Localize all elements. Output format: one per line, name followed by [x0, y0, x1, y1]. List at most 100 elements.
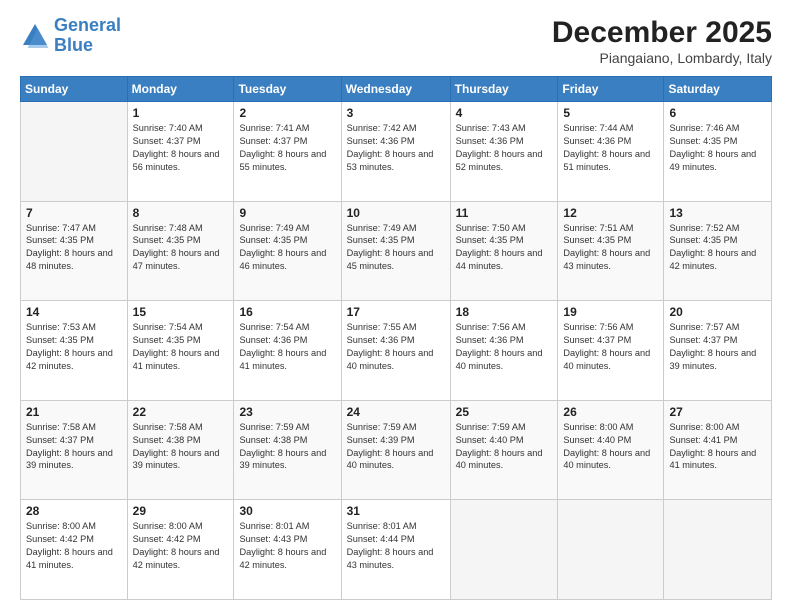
- day-info: Sunrise: 7:48 AMSunset: 4:35 PMDaylight:…: [133, 222, 229, 274]
- day-number: 9: [239, 206, 335, 220]
- day-info: Sunrise: 7:49 AMSunset: 4:35 PMDaylight:…: [347, 222, 445, 274]
- day-number: 6: [669, 106, 766, 120]
- calendar-cell: 1 Sunrise: 7:40 AMSunset: 4:37 PMDaylight…: [127, 102, 234, 202]
- calendar-cell: 27 Sunrise: 8:00 AMSunset: 4:41 PMDayligh…: [664, 400, 772, 500]
- day-number: 13: [669, 206, 766, 220]
- header-thursday: Thursday: [450, 77, 558, 102]
- calendar-cell: 3 Sunrise: 7:42 AMSunset: 4:36 PMDaylight…: [341, 102, 450, 202]
- day-info: Sunrise: 7:50 AMSunset: 4:35 PMDaylight:…: [456, 222, 553, 274]
- day-info: Sunrise: 7:44 AMSunset: 4:36 PMDaylight:…: [563, 122, 658, 174]
- day-info: Sunrise: 7:40 AMSunset: 4:37 PMDaylight:…: [133, 122, 229, 174]
- day-number: 2: [239, 106, 335, 120]
- day-number: 11: [456, 206, 553, 220]
- calendar-cell: 16Sunrise: 7:54 AMSunset: 4:36 PMDayligh…: [234, 301, 341, 401]
- calendar-cell: 25 Sunrise: 7:59 AMSunset: 4:40 PMDayligh…: [450, 400, 558, 500]
- day-number: 20: [669, 305, 766, 319]
- calendar-cell: 4 Sunrise: 7:43 AMSunset: 4:36 PMDaylight…: [450, 102, 558, 202]
- day-info: Sunrise: 8:00 AMSunset: 4:41 PMDaylight:…: [669, 421, 766, 473]
- day-number: 26: [563, 405, 658, 419]
- day-number: 17: [347, 305, 445, 319]
- header-tuesday: Tuesday: [234, 77, 341, 102]
- week-row-2: 14 Sunrise: 7:53 AMSunset: 4:35 PMDayligh…: [21, 301, 772, 401]
- calendar-cell: 7Sunrise: 7:47 AMSunset: 4:35 PMDaylight…: [21, 201, 128, 301]
- calendar-cell: 12 Sunrise: 7:51 AMSunset: 4:35 PMDayligh…: [558, 201, 664, 301]
- day-info: Sunrise: 8:00 AMSunset: 4:42 PMDaylight:…: [26, 520, 122, 572]
- day-info: Sunrise: 7:59 AMSunset: 4:38 PMDaylight:…: [239, 421, 335, 473]
- page: General Blue December 2025 Piangaiano, L…: [0, 0, 792, 612]
- calendar-cell: 23Sunrise: 7:59 AMSunset: 4:38 PMDayligh…: [234, 400, 341, 500]
- calendar-cell: [664, 500, 772, 600]
- week-row-0: 1 Sunrise: 7:40 AMSunset: 4:37 PMDaylight…: [21, 102, 772, 202]
- week-row-4: 28Sunrise: 8:00 AMSunset: 4:42 PMDayligh…: [21, 500, 772, 600]
- day-number: 1: [133, 106, 229, 120]
- header-friday: Friday: [558, 77, 664, 102]
- day-info: Sunrise: 8:01 AMSunset: 4:44 PMDaylight:…: [347, 520, 445, 572]
- day-info: Sunrise: 7:46 AMSunset: 4:35 PMDaylight:…: [669, 122, 766, 174]
- month-title: December 2025: [552, 16, 772, 50]
- day-number: 16: [239, 305, 335, 319]
- header-wednesday: Wednesday: [341, 77, 450, 102]
- day-number: 18: [456, 305, 553, 319]
- day-info: Sunrise: 7:55 AMSunset: 4:36 PMDaylight:…: [347, 321, 445, 373]
- day-info: Sunrise: 7:43 AMSunset: 4:36 PMDaylight:…: [456, 122, 553, 174]
- day-info: Sunrise: 7:58 AMSunset: 4:38 PMDaylight:…: [133, 421, 229, 473]
- calendar-cell: 28Sunrise: 8:00 AMSunset: 4:42 PMDayligh…: [21, 500, 128, 600]
- day-number: 14: [26, 305, 122, 319]
- day-number: 30: [239, 504, 335, 518]
- calendar-cell: 14 Sunrise: 7:53 AMSunset: 4:35 PMDayligh…: [21, 301, 128, 401]
- calendar-cell: 15Sunrise: 7:54 AMSunset: 4:35 PMDayligh…: [127, 301, 234, 401]
- day-number: 3: [347, 106, 445, 120]
- header-sunday: Sunday: [21, 77, 128, 102]
- calendar-cell: 8 Sunrise: 7:48 AMSunset: 4:35 PMDaylight…: [127, 201, 234, 301]
- header-saturday: Saturday: [664, 77, 772, 102]
- day-number: 31: [347, 504, 445, 518]
- logo: General Blue: [20, 16, 121, 56]
- day-number: 21: [26, 405, 122, 419]
- day-number: 24: [347, 405, 445, 419]
- day-number: 19: [563, 305, 658, 319]
- day-number: 22: [133, 405, 229, 419]
- header: General Blue December 2025 Piangaiano, L…: [20, 16, 772, 66]
- calendar-cell: 24 Sunrise: 7:59 AMSunset: 4:39 PMDayligh…: [341, 400, 450, 500]
- day-number: 15: [133, 305, 229, 319]
- day-info: Sunrise: 7:58 AMSunset: 4:37 PMDaylight:…: [26, 421, 122, 473]
- day-info: Sunrise: 8:01 AMSunset: 4:43 PMDaylight:…: [239, 520, 335, 572]
- day-info: Sunrise: 7:56 AMSunset: 4:37 PMDaylight:…: [563, 321, 658, 373]
- day-info: Sunrise: 7:42 AMSunset: 4:36 PMDaylight:…: [347, 122, 445, 174]
- day-number: 27: [669, 405, 766, 419]
- day-info: Sunrise: 7:56 AMSunset: 4:36 PMDaylight:…: [456, 321, 553, 373]
- calendar-cell: 31 Sunrise: 8:01 AMSunset: 4:44 PMDayligh…: [341, 500, 450, 600]
- logo-line2: Blue: [54, 35, 93, 55]
- day-number: 5: [563, 106, 658, 120]
- day-number: 4: [456, 106, 553, 120]
- logo-line1: General: [54, 15, 121, 35]
- calendar-cell: 9 Sunrise: 7:49 AMSunset: 4:35 PMDaylight…: [234, 201, 341, 301]
- day-info: Sunrise: 7:53 AMSunset: 4:35 PMDaylight:…: [26, 321, 122, 373]
- calendar-cell: 18 Sunrise: 7:56 AMSunset: 4:36 PMDayligh…: [450, 301, 558, 401]
- day-number: 8: [133, 206, 229, 220]
- logo-text: General Blue: [54, 16, 121, 56]
- day-info: Sunrise: 8:00 AMSunset: 4:42 PMDaylight:…: [133, 520, 229, 572]
- calendar-cell: [450, 500, 558, 600]
- calendar-cell: [558, 500, 664, 600]
- day-info: Sunrise: 7:51 AMSunset: 4:35 PMDaylight:…: [563, 222, 658, 274]
- day-info: Sunrise: 7:49 AMSunset: 4:35 PMDaylight:…: [239, 222, 335, 274]
- day-info: Sunrise: 7:41 AMSunset: 4:37 PMDaylight:…: [239, 122, 335, 174]
- calendar-cell: 11 Sunrise: 7:50 AMSunset: 4:35 PMDayligh…: [450, 201, 558, 301]
- day-number: 25: [456, 405, 553, 419]
- header-monday: Monday: [127, 77, 234, 102]
- calendar-cell: 21 Sunrise: 7:58 AMSunset: 4:37 PMDayligh…: [21, 400, 128, 500]
- calendar-cell: 20Sunrise: 7:57 AMSunset: 4:37 PMDayligh…: [664, 301, 772, 401]
- day-info: Sunrise: 7:59 AMSunset: 4:40 PMDaylight:…: [456, 421, 553, 473]
- day-info: Sunrise: 7:59 AMSunset: 4:39 PMDaylight:…: [347, 421, 445, 473]
- day-number: 12: [563, 206, 658, 220]
- day-info: Sunrise: 8:00 AMSunset: 4:40 PMDaylight:…: [563, 421, 658, 473]
- location: Piangaiano, Lombardy, Italy: [552, 50, 772, 66]
- calendar-table: SundayMondayTuesdayWednesdayThursdayFrid…: [20, 76, 772, 600]
- week-row-3: 21 Sunrise: 7:58 AMSunset: 4:37 PMDayligh…: [21, 400, 772, 500]
- calendar-header-row: SundayMondayTuesdayWednesdayThursdayFrid…: [21, 77, 772, 102]
- title-block: December 2025 Piangaiano, Lombardy, Ital…: [552, 16, 772, 66]
- calendar-cell: 22 Sunrise: 7:58 AMSunset: 4:38 PMDayligh…: [127, 400, 234, 500]
- calendar-cell: 19 Sunrise: 7:56 AMSunset: 4:37 PMDayligh…: [558, 301, 664, 401]
- day-number: 10: [347, 206, 445, 220]
